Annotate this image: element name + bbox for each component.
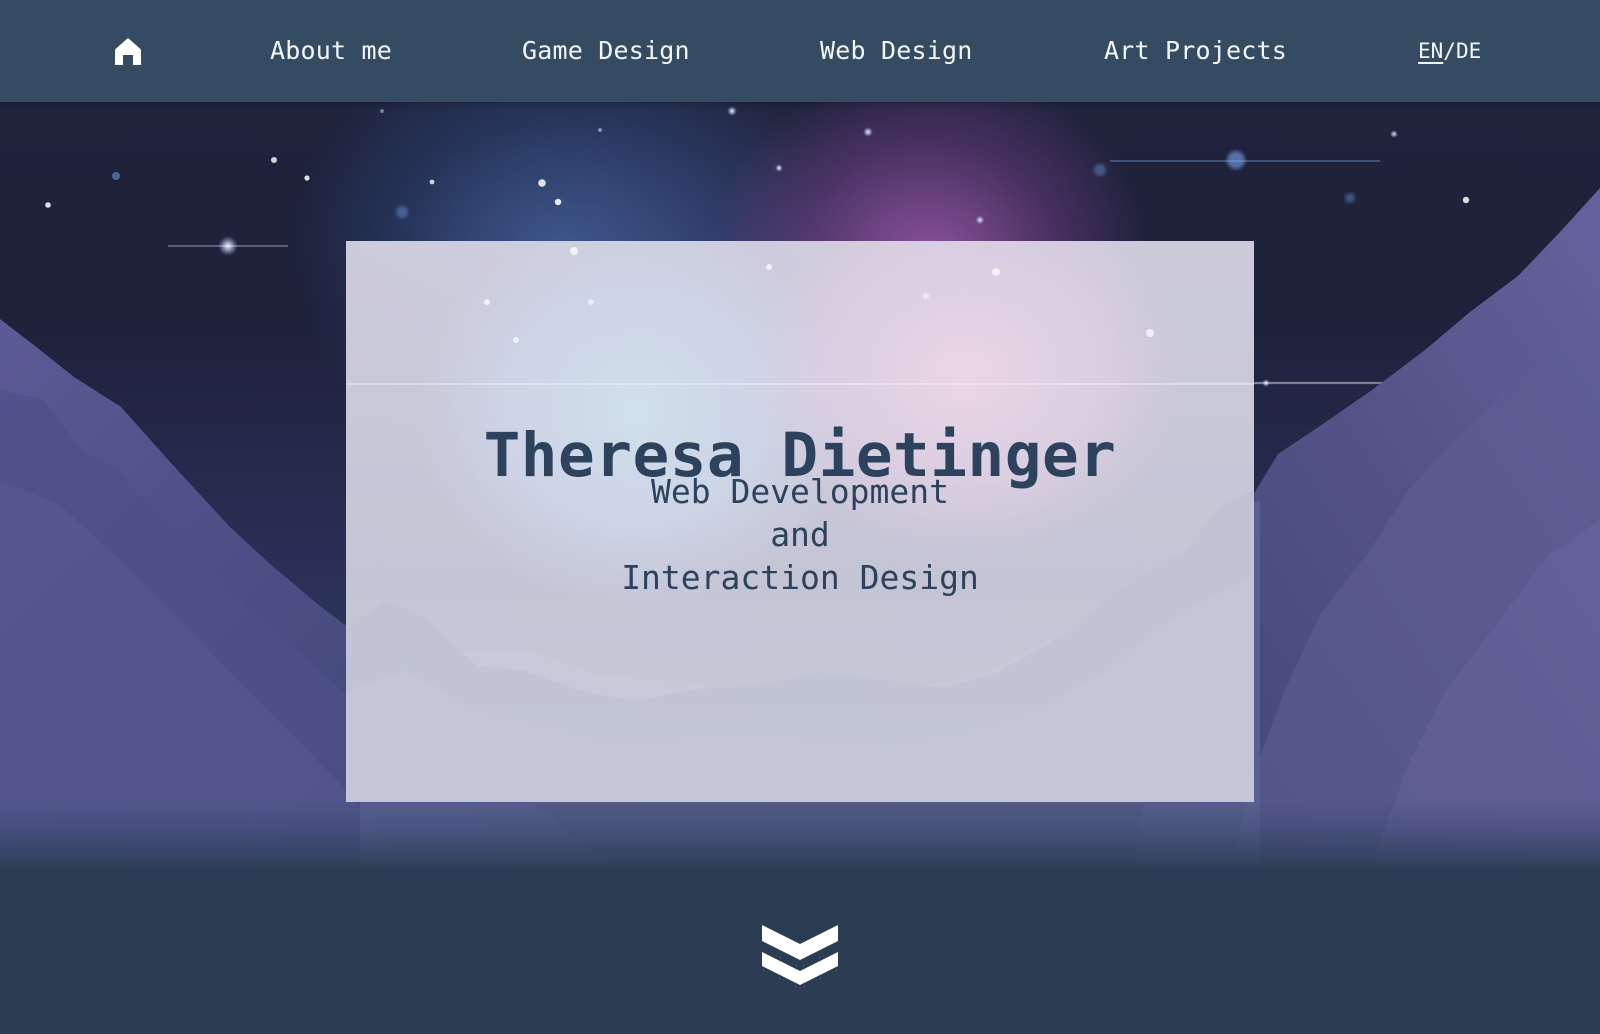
- nav-web-design[interactable]: Web Design: [820, 34, 973, 68]
- subtitle-line-3: Interaction Design: [621, 558, 979, 597]
- subtitle-line-1: Web Development: [650, 472, 949, 511]
- hero-card: Theresa Dietinger Web Development and In…: [346, 241, 1254, 802]
- subtitle-line-2: and: [770, 515, 830, 554]
- portfolio-page: About me Game Design Web Design Art Proj…: [0, 0, 1600, 1034]
- nav-game-design[interactable]: Game Design: [522, 34, 690, 68]
- hero-text: Theresa Dietinger Web Development and In…: [346, 241, 1254, 802]
- language-de[interactable]: DE: [1456, 39, 1481, 63]
- language-separator: /: [1443, 39, 1456, 63]
- nav-art-projects[interactable]: Art Projects: [1104, 34, 1287, 68]
- double-chevron-down-icon[interactable]: [762, 922, 838, 986]
- language-en[interactable]: EN: [1418, 39, 1443, 63]
- home-icon[interactable]: [111, 34, 145, 68]
- language-switcher: EN/DE: [1418, 37, 1481, 65]
- top-navigation-bar: About me Game Design Web Design Art Proj…: [0, 0, 1600, 102]
- nav-about-me[interactable]: About me: [270, 34, 392, 68]
